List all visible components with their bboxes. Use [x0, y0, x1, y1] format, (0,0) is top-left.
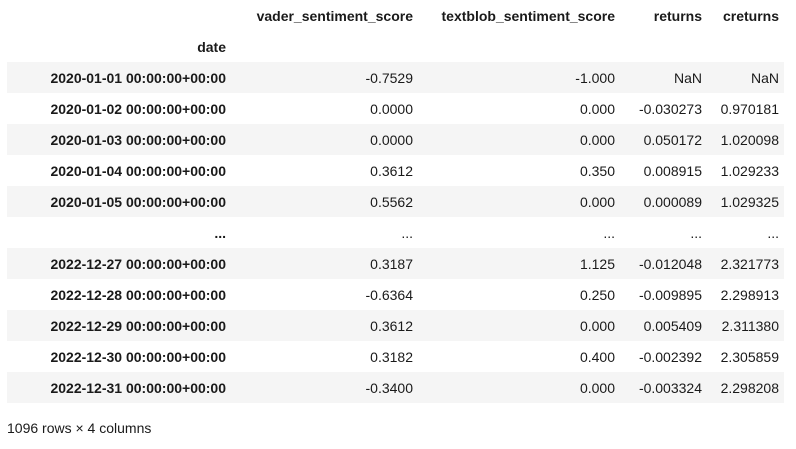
empty-header-cell: [620, 31, 707, 62]
cell-vader-score: 0.3612: [370, 317, 413, 334]
empty-header-cell: [231, 31, 418, 62]
cell-returns: -0.030273: [638, 100, 702, 117]
table-row: 2022-12-30 00:00:00+00:00 0.3182 0.400 -0.0…: [7, 341, 784, 372]
cell-creturns: 2.321773: [720, 255, 779, 272]
cell-textblob-score: 0.000: [579, 379, 615, 396]
cell-vader-score: -0.6364: [365, 286, 413, 303]
column-header-vader: vader_sentiment_score: [256, 7, 413, 24]
table-row: 2020-01-02 00:00:00+00:00 0.0000 0.000 -0.0…: [7, 93, 784, 124]
row-index-date: 2022-12-28 00:00:00+00:00: [50, 286, 226, 303]
row-index-date: 2022-12-31 00:00:00+00:00: [50, 379, 226, 396]
cell-returns: -0.002392: [638, 348, 702, 365]
cell-vader-score: -0.3400: [365, 379, 413, 396]
cell-returns: 0.008915: [643, 162, 702, 179]
row-index-date: 2022-12-29 00:00:00+00:00: [50, 317, 226, 334]
cell-returns: NaN: [673, 69, 702, 86]
cell-creturns: 1.029325: [720, 193, 779, 210]
cell-vader-score: 0.3612: [370, 162, 413, 179]
cell-creturns: 0.970181: [720, 100, 779, 117]
cell-returns: -0.003324: [638, 379, 702, 396]
table-row: 2022-12-27 00:00:00+00:00 0.3187 1.125 -0.0…: [7, 248, 784, 279]
index-name-header: date: [197, 38, 226, 55]
cell-vader-score: 0.3187: [370, 255, 413, 272]
column-header-textblob: textblob_sentiment_score: [441, 7, 616, 24]
cell-textblob-score: 1.125: [579, 255, 615, 272]
cell-textblob-score: 0.000: [579, 100, 615, 117]
dataframe-shape-text: 1096 rows × 4 columns: [7, 420, 152, 436]
cell-creturns: ...: [767, 224, 779, 241]
table-body: 2020-01-01 00:00:00+00:00 -0.7529 -1.000 Na…: [7, 62, 784, 403]
cell-creturns: 2.298913: [720, 286, 779, 303]
column-header-creturns: creturns: [722, 7, 779, 24]
cell-textblob-score: -1.000: [575, 69, 615, 86]
table-row: 2020-01-03 00:00:00+00:00 0.0000 0.000 0.05…: [7, 124, 784, 155]
cell-creturns: NaN: [750, 69, 779, 86]
cell-textblob-score: 0.350: [579, 162, 615, 179]
table-row: 2020-01-05 00:00:00+00:00 0.5562 0.000 0.00…: [7, 186, 784, 217]
index-name-row: date: [7, 31, 784, 62]
dataframe-output: vader_sentiment_score textblob_sentiment…: [7, 0, 789, 403]
cell-vader-score: 0.5562: [370, 193, 413, 210]
row-index-date: 2022-12-30 00:00:00+00:00: [50, 348, 226, 365]
table-row: 2020-01-04 00:00:00+00:00 0.3612 0.350 0.00…: [7, 155, 784, 186]
row-index-date: 2020-01-05 00:00:00+00:00: [50, 193, 226, 210]
cell-creturns: 2.311380: [721, 317, 779, 334]
column-header-returns: returns: [653, 7, 702, 24]
empty-header-cell: [418, 31, 620, 62]
index-corner-cell: [7, 0, 231, 31]
cell-creturns: 1.029233: [720, 162, 779, 179]
cell-textblob-score: 0.000: [579, 317, 615, 334]
row-index-date: ...: [214, 224, 226, 241]
table-header: vader_sentiment_score textblob_sentiment…: [7, 0, 784, 62]
row-index-date: 2020-01-04 00:00:00+00:00: [50, 162, 226, 179]
table-row: 2020-01-01 00:00:00+00:00 -0.7529 -1.000 Na…: [7, 62, 784, 93]
cell-vader-score: -0.7529: [365, 69, 413, 86]
row-index-date: 2020-01-03 00:00:00+00:00: [50, 131, 226, 148]
cell-creturns: 2.305859: [720, 348, 779, 365]
cell-textblob-score: ...: [603, 224, 615, 241]
cell-creturns: 1.020098: [720, 131, 779, 148]
cell-creturns: 2.298208: [720, 379, 779, 396]
empty-header-cell: [707, 31, 784, 62]
table-row: 2022-12-31 00:00:00+00:00 -0.3400 0.000 -0.…: [7, 372, 784, 403]
row-index-date: 2020-01-01 00:00:00+00:00: [50, 69, 226, 86]
row-index-date: 2022-12-27 00:00:00+00:00: [50, 255, 226, 272]
cell-textblob-score: 0.000: [579, 131, 615, 148]
cell-vader-score: ...: [401, 224, 413, 241]
row-index-date: 2020-01-02 00:00:00+00:00: [50, 100, 226, 117]
table-row: 2022-12-28 00:00:00+00:00 -0.6364 0.250 -0.…: [7, 279, 784, 310]
cell-returns: 0.005409: [643, 317, 702, 334]
cell-vader-score: 0.3182: [370, 348, 413, 365]
table-row: 2022-12-29 00:00:00+00:00 0.3612 0.000 0.00…: [7, 310, 784, 341]
cell-vader-score: 0.0000: [370, 100, 413, 117]
dataframe-table: vader_sentiment_score textblob_sentiment…: [7, 0, 784, 403]
cell-textblob-score: 0.250: [579, 286, 615, 303]
cell-returns: 0.000089: [643, 193, 702, 210]
column-header-row: vader_sentiment_score textblob_sentiment…: [7, 0, 784, 31]
cell-returns: 0.050172: [643, 131, 702, 148]
cell-textblob-score: 0.400: [579, 348, 615, 365]
cell-vader-score: 0.0000: [370, 131, 413, 148]
cell-returns: -0.012048: [638, 255, 702, 272]
cell-returns: -0.009895: [638, 286, 702, 303]
table-row: ...............: [7, 217, 784, 248]
cell-textblob-score: 0.000: [579, 193, 615, 210]
cell-returns: ...: [690, 224, 702, 241]
